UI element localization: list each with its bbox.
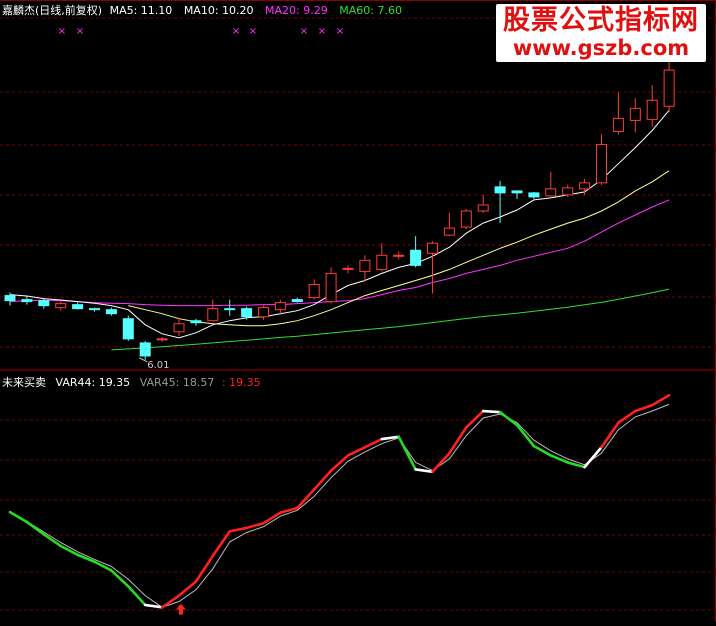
var44-segment (549, 454, 570, 464)
candle-body-up (258, 307, 269, 318)
candle-body-down (105, 309, 117, 315)
candle-body-down (4, 295, 16, 302)
candle-body-up (663, 69, 675, 107)
signal-x-mark: × (58, 26, 66, 37)
candle-body-down (241, 308, 253, 318)
candle-body-up (460, 210, 472, 228)
signal-x-mark: × (76, 26, 84, 37)
signal-x-mark: × (249, 26, 257, 37)
ma10-label: MA10: 10.20 (183, 4, 254, 17)
candle-body-down (528, 192, 540, 198)
candle-body-up (173, 323, 185, 333)
var44-segment (8, 510, 29, 524)
candle-body-up (646, 99, 658, 120)
ma20-label: MA20: 9.29 (265, 4, 328, 17)
var44-segment (448, 426, 468, 455)
candle-body-down (190, 320, 202, 324)
candle-body-up (274, 302, 286, 311)
candle-body-up (393, 254, 405, 257)
candle-body-up (359, 259, 371, 272)
var44-segment (481, 409, 502, 414)
candle-body-up (545, 188, 557, 197)
signal-x-mark: × (336, 26, 344, 37)
candle-body-up (342, 267, 354, 270)
candle-body-up (443, 227, 455, 236)
candle-body-down (122, 318, 134, 340)
low-pointer (138, 357, 148, 363)
ma5-line (9, 109, 670, 339)
var44-segment (464, 409, 485, 429)
var45-label: VAR45: 18.57 (139, 376, 215, 389)
indicator-title: 未来买卖 (2, 376, 46, 389)
var44-segment (177, 580, 198, 597)
candle-body-down (224, 308, 236, 311)
candle-body-down (21, 299, 33, 303)
candle-body-up (376, 254, 388, 270)
candle-body-down (38, 300, 50, 307)
var44-segment (363, 437, 384, 449)
var45-line (9, 403, 670, 608)
watermark-logo: 股票公式指标网 www.gszb.com (496, 4, 706, 62)
var44-segment (42, 532, 63, 548)
var44-segment (160, 594, 181, 609)
candle-body-up (579, 182, 591, 190)
ma5-label: MA5: 11.10 (109, 4, 173, 17)
candle-body-up (308, 283, 320, 299)
var44-segment (346, 445, 367, 457)
var44-segment (279, 506, 299, 514)
candle-body-up (612, 117, 624, 132)
candle-body-up (55, 303, 67, 309)
signal-x-mark: × (232, 26, 240, 37)
candle-body-up (207, 308, 219, 322)
candle-body-down (139, 342, 151, 357)
var44-segment (532, 444, 553, 457)
indicator-header: 未来买卖 VAR44: 19.35 VAR45: 18.57 : 19.35 (2, 374, 261, 390)
buy-arrow-icon (176, 603, 186, 615)
watermark-title: 股票公式指标网 (503, 5, 699, 36)
var44-segment (515, 423, 536, 448)
low-price-label: 6.01 (147, 360, 169, 371)
candle-body-down (511, 190, 523, 194)
signal-x-mark: × (300, 26, 308, 37)
candle-body-up (562, 187, 574, 196)
candle-body-up (325, 272, 337, 303)
watermark-url: www.gszb.com (512, 36, 690, 60)
var44-segment (329, 454, 350, 472)
var44-segment (397, 435, 417, 471)
var44-segment (633, 403, 654, 413)
var44-segment (211, 530, 231, 558)
var44-segment (194, 554, 215, 583)
candle-body-up (629, 107, 641, 121)
ma10-line (128, 170, 670, 327)
ma60-label: MA60: 7.60 (339, 4, 402, 17)
var44-segment (127, 584, 147, 607)
var44-label: VAR44: 19.35 (55, 376, 131, 389)
candle-body-down (89, 308, 100, 311)
main-chart-header: 嘉麟杰(日线,前复权) MA5: 11.10 MA10: 10.20 MA20:… (2, 2, 402, 18)
candle-body-down (410, 249, 422, 266)
kline-chart: × × × × × × × 6.01 (0, 0, 716, 622)
var44-segment (25, 520, 46, 536)
signal-x-mark: × (318, 26, 326, 37)
candle-body-down (494, 186, 506, 194)
candle-body-up (427, 242, 438, 254)
var44-segment (617, 409, 637, 425)
var44-segment (431, 451, 451, 474)
var44-segment (566, 461, 586, 469)
var44-segment (228, 526, 248, 533)
candle-body-up (596, 144, 607, 184)
chart-stage: × × × × × × × 6.01 嘉麟杰(日线,前复权) MA5: 11.10 MA10:… (0, 0, 716, 622)
candle-body-up (477, 204, 489, 212)
var44-segment (498, 410, 519, 427)
ma60-line (111, 288, 670, 351)
var44-segment (583, 445, 603, 469)
var44-segment (650, 393, 671, 407)
candle-body-down (72, 304, 84, 310)
signal-label: : 19.35 (221, 376, 261, 389)
var44-segment (600, 421, 620, 449)
candle-body-up (156, 338, 168, 341)
candle-body-down (291, 299, 303, 303)
stock-title: 嘉麟杰(日线,前复权) (2, 4, 103, 17)
